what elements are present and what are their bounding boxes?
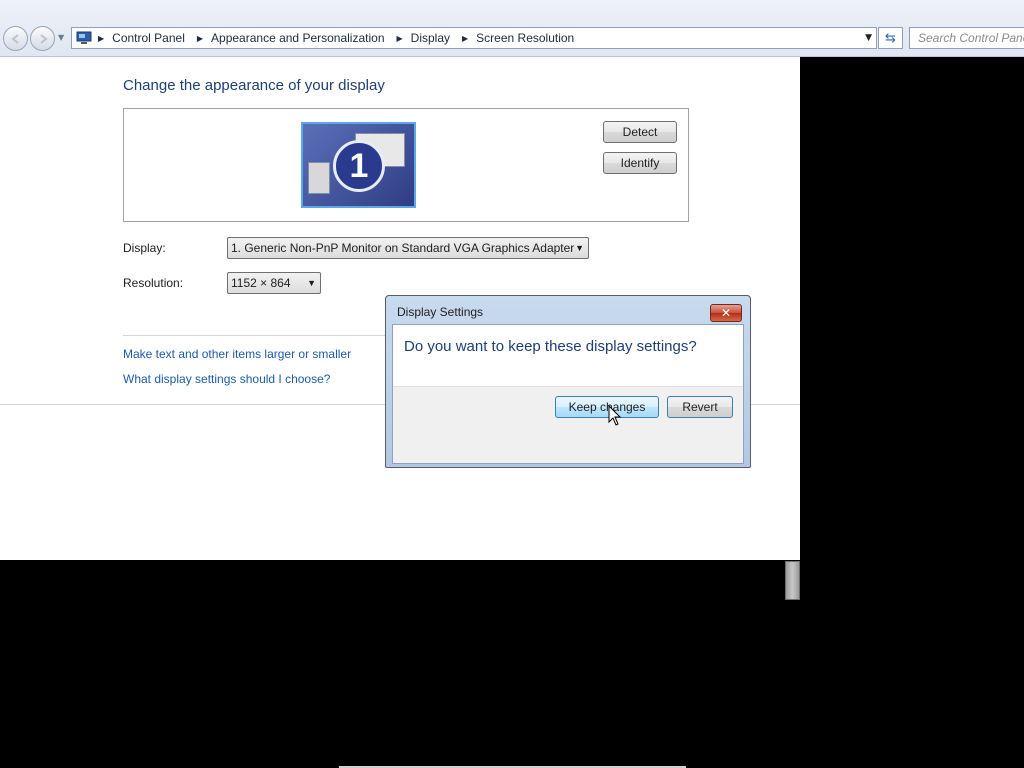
recent-pages-icon[interactable]: ▼ bbox=[58, 33, 64, 42]
address-bar: ▼ ▶ Control Panel ▶ Appearance and Persona… bbox=[0, 0, 1024, 57]
breadcrumb-label: Display bbox=[410, 31, 451, 45]
monitor-panel: 1 Detect Identify bbox=[123, 108, 689, 222]
close-icon: ✕ bbox=[720, 306, 732, 320]
window-graphic bbox=[308, 162, 330, 194]
display-select-value: 1. Generic Non-PnP Monitor on Standard V… bbox=[231, 241, 575, 255]
back-button[interactable] bbox=[3, 26, 28, 51]
display-label: Display: bbox=[123, 241, 166, 255]
detect-button[interactable]: Detect bbox=[603, 121, 677, 143]
resolution-label: Resolution: bbox=[123, 276, 184, 290]
display-help-link[interactable]: What display settings should I choose? bbox=[123, 372, 330, 386]
chevron-down-icon[interactable]: ▼ bbox=[865, 33, 872, 43]
display-settings-dialog: Display Settings ✕ Do you want to keep t… bbox=[385, 295, 751, 468]
refresh-button[interactable]: ⇆ bbox=[878, 27, 903, 49]
breadcrumb-item[interactable]: ▶ Screen Resolution bbox=[462, 31, 586, 45]
keep-changes-button[interactable]: Keep changes bbox=[555, 396, 659, 418]
breadcrumb-item[interactable]: ▶ Appearance and Personalization bbox=[197, 31, 397, 45]
close-button[interactable]: ✕ bbox=[710, 304, 742, 322]
forward-icon bbox=[40, 34, 48, 44]
cursor-icon bbox=[608, 405, 622, 426]
chevron-right-icon: ▶ bbox=[98, 33, 105, 43]
dialog-body: Do you want to keep these display settin… bbox=[392, 324, 744, 464]
breadcrumb[interactable]: ▶ Control Panel ▶ Appearance and Personali… bbox=[71, 27, 877, 49]
display-select[interactable]: 1. Generic Non-PnP Monitor on Standard V… bbox=[227, 237, 589, 259]
dialog-question: Do you want to keep these display settin… bbox=[404, 338, 697, 355]
revert-button[interactable]: Revert bbox=[667, 396, 733, 418]
resolution-select-value: 1152 × 864 bbox=[231, 276, 291, 290]
chevron-right-icon: ▶ bbox=[462, 33, 469, 43]
back-icon bbox=[11, 34, 19, 44]
chevron-down-icon: ▼ bbox=[307, 278, 316, 288]
dialog-title: Display Settings bbox=[397, 305, 484, 319]
breadcrumb-item[interactable]: ▶ Control Panel bbox=[98, 31, 197, 45]
breadcrumb-label: Appearance and Personalization bbox=[211, 31, 385, 45]
scrollbar-thumb[interactable] bbox=[785, 561, 800, 600]
control-panel-icon bbox=[76, 31, 92, 44]
monitor-thumbnail[interactable]: 1 bbox=[301, 122, 416, 208]
refresh-icon: ⇆ bbox=[885, 30, 896, 46]
chevron-right-icon: ▶ bbox=[396, 33, 403, 43]
identify-button[interactable]: Identify bbox=[603, 152, 677, 174]
forward-button[interactable] bbox=[30, 26, 55, 51]
text-size-link[interactable]: Make text and other items larger or smal… bbox=[123, 347, 351, 361]
chevron-down-icon: ▼ bbox=[575, 243, 584, 253]
monitor-number: 1 bbox=[333, 140, 385, 192]
breadcrumb-label: Screen Resolution bbox=[476, 31, 575, 45]
divider bbox=[123, 335, 393, 336]
resolution-select[interactable]: 1152 × 864 ▼ bbox=[227, 272, 321, 294]
dialog-footer: Keep changes Revert bbox=[393, 386, 743, 463]
desktop-screen: ▼ ▶ Control Panel ▶ Appearance and Persona… bbox=[0, 0, 1024, 768]
breadcrumb-item[interactable]: ▶ Display bbox=[397, 31, 463, 45]
chevron-right-icon: ▶ bbox=[196, 33, 204, 43]
breadcrumb-label: Control Panel bbox=[112, 31, 185, 45]
page-title: Change the appearance of your display bbox=[123, 77, 385, 94]
search-input[interactable]: Search Control Panel bbox=[909, 27, 1024, 49]
